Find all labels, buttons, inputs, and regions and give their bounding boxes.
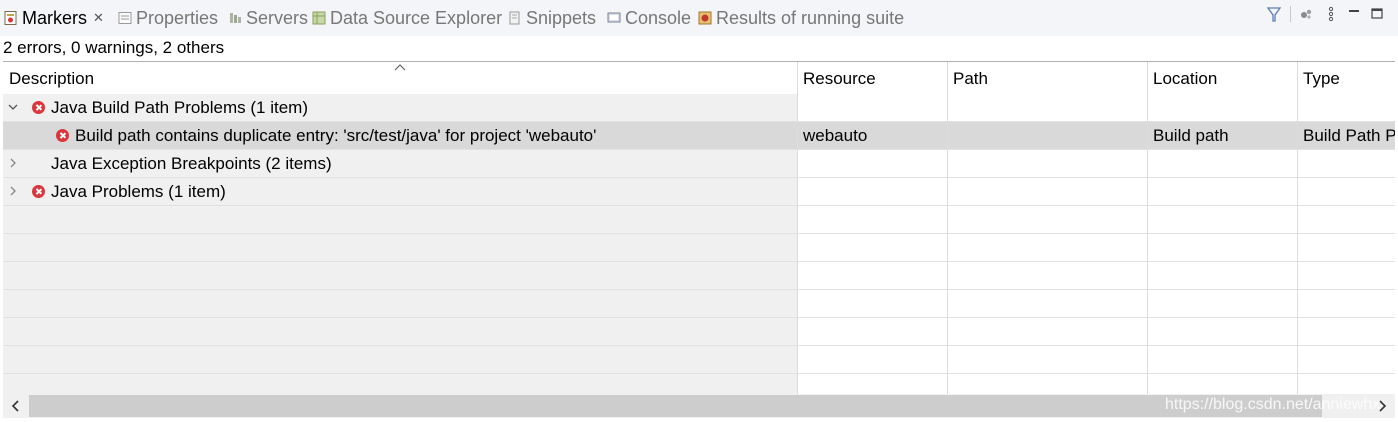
- cell-path: [953, 122, 1143, 149]
- tab-label: Servers: [246, 7, 309, 28]
- scroll-left-icon[interactable]: [7, 397, 25, 415]
- tab-label: Markers: [22, 7, 88, 28]
- column-separator[interactable]: [1297, 62, 1298, 394]
- column-separator[interactable]: [797, 62, 798, 394]
- cell-description: Java Exception Breakpoints (2 items): [51, 154, 332, 173]
- column-separator[interactable]: [1147, 62, 1148, 394]
- watermark-text: https://blog.csdn.net/anniewhx: [1165, 396, 1381, 413]
- data-source-icon: [312, 11, 326, 25]
- tree-row-duplicate-entry[interactable]: Build path contains duplicate entry: 'sr…: [3, 122, 1395, 150]
- empty-row: [3, 346, 1395, 374]
- markers-summary: 2 errors, 0 warnings, 2 others: [3, 38, 225, 57]
- error-icon: [32, 101, 45, 114]
- chevron-right-icon[interactable]: [7, 157, 19, 169]
- tree-row-java-problems[interactable]: Java Problems (1 item): [3, 178, 1395, 206]
- tab-label: Console: [625, 7, 692, 28]
- tab-label: Results of running suite: [716, 7, 905, 28]
- toolbar-separator: [1290, 6, 1291, 22]
- empty-row: [3, 318, 1395, 346]
- cell-description: Java Build Path Problems (1 item): [51, 98, 308, 117]
- column-header-type[interactable]: Type: [1297, 62, 1395, 94]
- minimize-icon[interactable]: [1347, 4, 1361, 24]
- row-background: [3, 262, 797, 289]
- console-icon: [607, 12, 621, 23]
- focus-icon[interactable]: [1298, 4, 1314, 24]
- chevron-right-icon[interactable]: [7, 185, 19, 197]
- empty-row: [3, 374, 1395, 394]
- tab-data-source-explorer[interactable]: Data Source Explorer: [312, 0, 502, 36]
- scrollbar-thumb[interactable]: [29, 395, 1322, 417]
- tab-results-of-running-suite[interactable]: Results of running suite: [698, 0, 904, 36]
- cell-description: Build path contains duplicate entry: 'sr…: [75, 126, 597, 145]
- chevron-down-icon[interactable]: [7, 101, 19, 113]
- servers-icon: [230, 13, 241, 23]
- testng-results-icon: [698, 11, 712, 25]
- filter-icon[interactable]: [1266, 4, 1282, 24]
- column-header-resource[interactable]: Resource: [797, 62, 947, 94]
- close-icon[interactable]: ✕: [93, 10, 104, 26]
- column-header-path[interactable]: Path: [947, 62, 1147, 94]
- markers-icon: [4, 11, 17, 25]
- tab-snippets[interactable]: Snippets: [508, 0, 596, 36]
- empty-row: [3, 206, 1395, 234]
- tab-label: Data Source Explorer: [330, 7, 503, 28]
- tree-row-java-exception-breakpoints[interactable]: Java Exception Breakpoints (2 items): [3, 150, 1395, 178]
- view-tab-bar: Markers ✕ Properties Servers Data Source…: [0, 0, 1398, 36]
- cell-description: Java Problems (1 item): [51, 182, 226, 201]
- empty-row: [3, 234, 1395, 262]
- column-header-location[interactable]: Location: [1147, 62, 1297, 94]
- error-icon: [32, 185, 45, 198]
- empty-row: [3, 262, 1395, 290]
- maximize-icon[interactable]: [1370, 4, 1384, 24]
- row-background: [3, 290, 797, 317]
- snippets-icon: [509, 11, 520, 25]
- row-background: [3, 346, 797, 373]
- row-background: [3, 318, 797, 345]
- tab-label: Snippets: [526, 7, 597, 28]
- row-background: [3, 374, 797, 394]
- sort-ascending-icon: [394, 64, 406, 71]
- cell-location: Build path: [1153, 126, 1229, 145]
- empty-row: [3, 290, 1395, 318]
- row-background: [3, 234, 797, 261]
- row-background: [3, 206, 797, 233]
- markers-table: Description Resource Path Location Type …: [3, 62, 1395, 394]
- cell-type: Build Path P: [1303, 126, 1395, 145]
- view-menu-icon[interactable]: [1325, 4, 1337, 24]
- tree-row-java-build-path-problems[interactable]: Java Build Path Problems (1 item): [3, 94, 1395, 122]
- tab-markers[interactable]: Markers ✕: [4, 0, 104, 36]
- tab-properties[interactable]: Properties: [118, 0, 218, 36]
- column-separator[interactable]: [947, 62, 948, 394]
- tab-servers[interactable]: Servers: [228, 0, 308, 36]
- tab-label: Properties: [136, 7, 219, 28]
- properties-icon: [118, 12, 132, 24]
- error-icon: [56, 129, 69, 142]
- cell-resource: webauto: [803, 126, 868, 145]
- tab-console[interactable]: Console: [607, 0, 691, 36]
